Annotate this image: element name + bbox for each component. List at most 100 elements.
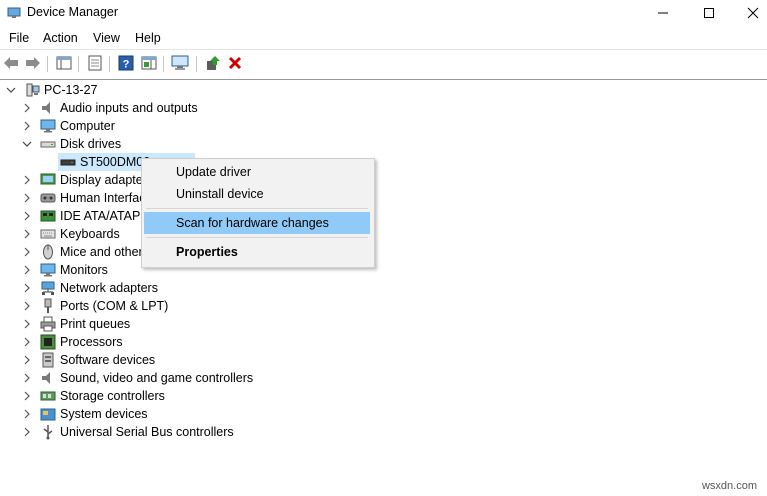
minimize-button[interactable] bbox=[640, 0, 686, 26]
chevron-right-icon[interactable] bbox=[22, 175, 32, 185]
chevron-right-icon[interactable] bbox=[22, 247, 32, 257]
chevron-right-icon[interactable] bbox=[22, 337, 32, 347]
category-label: Audio inputs and outputs bbox=[60, 101, 198, 115]
tree-root[interactable]: PC-13-27 bbox=[6, 81, 98, 99]
context-item-uninstall-device[interactable]: Uninstall device bbox=[144, 183, 370, 205]
category-label: Print queues bbox=[60, 317, 131, 331]
chevron-right-icon[interactable] bbox=[22, 193, 32, 203]
tree-category[interactable]: Ports (COM & LPT) bbox=[22, 297, 168, 315]
action-pane-icon[interactable] bbox=[140, 54, 158, 72]
tree-category[interactable]: Processors bbox=[22, 333, 123, 351]
tree-category[interactable]: Universal Serial Bus controllers bbox=[22, 423, 234, 441]
chevron-right-icon[interactable] bbox=[22, 229, 32, 239]
back-arrow-icon[interactable] bbox=[2, 54, 20, 72]
title-bar: Device Manager bbox=[0, 0, 767, 26]
processor-icon bbox=[40, 334, 56, 350]
forward-arrow-icon[interactable] bbox=[24, 54, 42, 72]
toolbar-divider bbox=[109, 56, 110, 72]
help-icon[interactable]: ? bbox=[117, 54, 135, 72]
show-hide-console-tree-icon[interactable] bbox=[55, 54, 73, 72]
chevron-right-icon[interactable] bbox=[22, 283, 32, 293]
chevron-right-icon[interactable] bbox=[22, 265, 32, 275]
context-item-scan-hardware[interactable]: Scan for hardware changes bbox=[144, 212, 370, 234]
category-label: Universal Serial Bus controllers bbox=[60, 425, 234, 439]
close-button[interactable] bbox=[730, 0, 767, 26]
chevron-right-icon[interactable] bbox=[22, 301, 32, 311]
category-label: Keyboards bbox=[60, 227, 120, 241]
tree-category[interactable]: Sound, video and game controllers bbox=[22, 369, 253, 387]
tree-category[interactable]: Audio inputs and outputs bbox=[22, 99, 198, 117]
tree-category[interactable]: Storage controllers bbox=[22, 387, 165, 405]
tree-category[interactable]: Software devices bbox=[22, 351, 155, 369]
menu-bar: File Action View Help bbox=[0, 28, 767, 50]
tree-category[interactable]: Human Interfac bbox=[22, 189, 145, 207]
tree-category[interactable]: Monitors bbox=[22, 261, 108, 279]
speaker-icon bbox=[40, 100, 56, 116]
update-driver-icon[interactable] bbox=[204, 54, 222, 72]
scan-hardware-icon[interactable] bbox=[171, 54, 189, 72]
disk-drive-icon bbox=[60, 154, 76, 170]
category-label: Storage controllers bbox=[60, 389, 165, 403]
category-label: Ports (COM & LPT) bbox=[60, 299, 169, 313]
chevron-right-icon[interactable] bbox=[22, 409, 32, 419]
menu-file[interactable]: File bbox=[8, 31, 30, 45]
menu-help[interactable]: Help bbox=[134, 31, 162, 45]
menu-action[interactable]: Action bbox=[42, 31, 79, 45]
tree-category[interactable]: System devices bbox=[22, 405, 148, 423]
context-divider bbox=[146, 208, 368, 209]
chevron-right-icon[interactable] bbox=[22, 211, 32, 221]
chevron-right-icon[interactable] bbox=[22, 121, 32, 131]
chevron-right-icon[interactable] bbox=[22, 103, 32, 113]
display-adapter-icon bbox=[40, 172, 56, 188]
tree-category[interactable]: Disk drives bbox=[22, 135, 121, 153]
category-label: Monitors bbox=[60, 263, 108, 277]
watermark: wsxdn.com bbox=[701, 480, 757, 492]
tree-category[interactable]: Mice and other bbox=[22, 243, 143, 261]
chevron-right-icon[interactable] bbox=[22, 373, 32, 383]
svg-text:?: ? bbox=[123, 59, 130, 71]
menu-view[interactable]: View bbox=[92, 31, 121, 45]
chevron-down-icon[interactable] bbox=[6, 85, 16, 95]
toolbar-divider bbox=[163, 56, 164, 72]
tree-category[interactable]: Keyboards bbox=[22, 225, 120, 243]
tree-category[interactable]: Network adapters bbox=[22, 279, 158, 297]
device-manager-icon bbox=[7, 5, 21, 19]
category-label: Disk drives bbox=[60, 137, 122, 151]
tree-category[interactable]: IDE ATA/ATAPI bbox=[22, 207, 144, 225]
chevron-right-icon[interactable] bbox=[22, 391, 32, 401]
category-label: Software devices bbox=[60, 353, 156, 367]
uninstall-delete-icon[interactable] bbox=[226, 54, 244, 72]
mouse-icon bbox=[40, 244, 56, 260]
chevron-down-icon[interactable] bbox=[22, 139, 32, 149]
chevron-right-icon[interactable] bbox=[22, 355, 32, 365]
monitor-icon bbox=[40, 118, 56, 134]
context-item-update-driver[interactable]: Update driver bbox=[144, 161, 370, 183]
maximize-button[interactable] bbox=[686, 0, 732, 26]
speaker-icon bbox=[40, 370, 56, 386]
toolbar-divider bbox=[196, 56, 197, 72]
context-menu: Update driver Uninstall device Scan for … bbox=[141, 158, 375, 268]
tree-category[interactable]: Display adapter bbox=[22, 171, 147, 189]
menu-divider bbox=[0, 49, 767, 50]
context-item-properties[interactable]: Properties bbox=[144, 241, 370, 263]
tree-category[interactable]: Computer bbox=[22, 117, 115, 135]
keyboard-icon bbox=[40, 226, 56, 242]
computer-icon bbox=[24, 82, 40, 98]
toolbar: ? bbox=[0, 51, 767, 78]
context-divider bbox=[146, 237, 368, 238]
properties-icon[interactable] bbox=[86, 54, 104, 72]
usb-icon bbox=[40, 424, 56, 440]
category-label: System devices bbox=[60, 407, 148, 421]
tree-category[interactable]: Print queues bbox=[22, 315, 130, 333]
network-icon bbox=[40, 280, 56, 296]
tree-border bbox=[0, 79, 767, 80]
category-label: IDE ATA/ATAPI bbox=[60, 209, 144, 223]
category-label: Sound, video and game controllers bbox=[60, 371, 254, 385]
chevron-right-icon[interactable] bbox=[22, 319, 32, 329]
chevron-right-icon[interactable] bbox=[22, 427, 32, 437]
category-label: Human Interfac bbox=[60, 191, 146, 205]
disk-drive-icon bbox=[40, 136, 56, 152]
category-label: Display adapter bbox=[60, 173, 147, 187]
category-label: Computer bbox=[60, 119, 115, 133]
category-label: Mice and other bbox=[60, 245, 143, 259]
